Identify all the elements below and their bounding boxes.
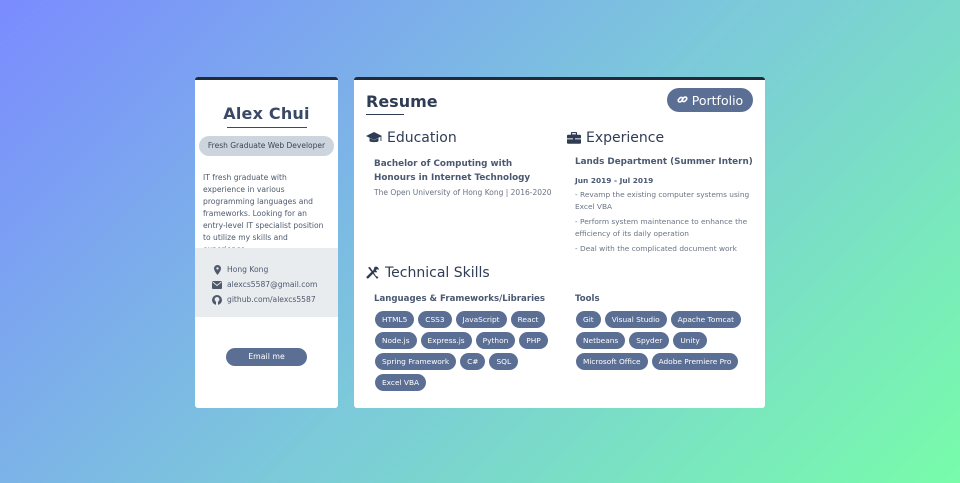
email-me-button[interactable]: Email me [226, 348, 307, 366]
skill-tag: Express.js [420, 332, 472, 349]
tool-tag: Adobe Premiere Pro [651, 353, 739, 370]
map-marker-icon [211, 264, 223, 275]
experience-list: - Revamp the existing computer systems u… [575, 189, 750, 258]
tools-icon [366, 266, 380, 280]
contact-location-text: Hong Kong [227, 265, 269, 274]
tools-tag-list: Git Visual Studio Apache Tomcat Netbeans Spy… [576, 311, 751, 370]
name-underline [226, 127, 307, 128]
skill-tag: Spring Framework [375, 353, 457, 370]
job-title-badge: Fresh Graduate Web Developer [199, 136, 334, 156]
contact-email-text[interactable]: alexcs5587@gmail.com [227, 280, 317, 289]
skill-tag: C# [460, 353, 486, 370]
graduation-cap-icon [366, 132, 382, 144]
skill-tag: HTML5 [375, 311, 415, 328]
languages-tag-list: HTML5 CSS3 JavaScript React Node.js Express.j… [375, 311, 550, 391]
tool-tag: Visual Studio [604, 311, 667, 328]
contact-github-text[interactable]: github.com/alexcs5587 [227, 295, 316, 304]
portfolio-label: Portfolio [691, 92, 744, 108]
tool-tag: Spyder [629, 332, 670, 349]
envelope-icon [211, 280, 223, 289]
tool-tag: Netbeans [576, 332, 626, 349]
contact-email[interactable]: alexcs5587@gmail.com [211, 277, 338, 292]
tool-tag: Apache Tomcat [670, 311, 742, 328]
contact-github[interactable]: github.com/alexcs5587 [211, 292, 338, 307]
profile-name: Alex Chui [223, 104, 310, 123]
experience-heading: Experience [567, 130, 664, 146]
skills-heading: Technical Skills [366, 265, 490, 281]
experience-item: - Revamp the existing computer systems u… [575, 190, 750, 211]
resume-underline [366, 114, 404, 115]
link-icon [677, 93, 688, 108]
education-degree: Bachelor of Computing with Honours in In… [374, 159, 531, 183]
skill-tag: Node.js [375, 332, 417, 349]
education-school: The Open University of Hong Kong | 2016-… [374, 188, 552, 197]
skills-heading-text: Technical Skills [385, 265, 490, 281]
resume-title: Resume [366, 92, 438, 111]
briefcase-icon [567, 132, 581, 144]
languages-heading: Languages & Frameworks/Libraries [374, 294, 545, 304]
experience-role: Lands Department (Summer Intern) [575, 157, 753, 167]
skill-tag: Python [475, 332, 516, 349]
tool-tag: Unity [673, 332, 707, 349]
skill-tag: PHP [519, 332, 548, 349]
contact-location: Hong Kong [211, 262, 338, 277]
experience-item: - Deal with the complicated document wor… [575, 244, 737, 253]
skill-tag: SQL [489, 353, 519, 370]
resume-card: Resume Portfolio Education Bachelor of C… [354, 77, 765, 408]
skill-tag: React [510, 311, 546, 328]
portfolio-button[interactable]: Portfolio [667, 88, 753, 112]
tool-tag: Microsoft Office [576, 353, 648, 370]
skill-tag: Excel VBA [375, 374, 427, 391]
experience-dates: Jun 2019 - Jul 2019 [575, 176, 654, 185]
tool-tag: Git [576, 311, 601, 328]
education-heading-text: Education [387, 130, 457, 146]
experience-heading-text: Experience [586, 130, 665, 146]
education-heading: Education [366, 130, 457, 146]
skill-tag: CSS3 [418, 311, 452, 328]
contact-box: Hong Kong alexcs5587@gmail.com github.co… [195, 248, 338, 317]
github-icon [211, 294, 223, 305]
experience-item: - Perform system maintenance to enhance … [575, 217, 748, 238]
profile-card: Alex Chui Fresh Graduate Web Developer I… [195, 77, 338, 408]
tools-heading: Tools [575, 294, 600, 304]
skill-tag: JavaScript [455, 311, 507, 328]
